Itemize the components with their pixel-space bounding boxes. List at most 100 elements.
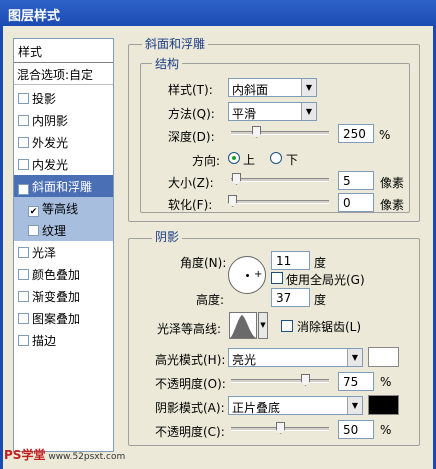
direction-down-label[interactable]: 下 [286,151,298,168]
highlight-opacity-label: 不透明度(O): [155,377,226,391]
style-list-item[interactable]: 纹理 [14,219,113,241]
style-list-item-label: 外发光 [32,136,69,150]
style-list-item[interactable]: ✔ 等高线 [14,197,113,219]
blend-options-item[interactable]: 混合选项:自定 [14,63,113,85]
soften-slider-track[interactable] [231,200,329,204]
shadow-mode-label: 阴影模式(A): [155,401,225,415]
checkbox-icon[interactable] [18,335,29,346]
shadow-color-swatch[interactable] [368,395,399,415]
angle-label: 角度(N): [180,256,227,270]
shading-group-title: 阴影 [152,228,183,245]
checkbox-icon[interactable] [18,269,29,280]
checkbox-icon[interactable] [18,291,29,302]
technique-select-value: 平滑 [232,107,257,121]
style-select-value: 内斜面 [232,83,269,97]
contour-curve-icon [230,315,256,338]
style-list-item[interactable]: 内发光 [14,153,113,175]
style-list-item-label: 渐变叠加 [32,290,81,304]
gloss-contour-dropdown[interactable]: ▼ [258,312,268,339]
altitude-input[interactable]: 37 [271,288,310,307]
angle-unit: 度 [314,256,327,270]
highlight-color-swatch[interactable] [368,347,399,367]
style-list-item[interactable]: 内阴影 [14,109,113,131]
style-list-item[interactable]: 光泽 [14,241,113,263]
style-list-item[interactable]: 描边 [14,329,113,351]
style-list-item-label: 图案叠加 [32,312,81,326]
style-list-item-label: 斜面和浮雕 [32,180,93,194]
style-list-header[interactable]: 样式 [14,39,113,63]
highlight-mode-value: 亮光 [232,353,257,367]
size-input[interactable]: 5 [338,171,374,190]
depth-unit: % [379,128,391,142]
shadow-opacity-unit: % [380,423,392,437]
watermark: PS学堂 www.52psxt.com [4,446,125,463]
checkbox-icon[interactable] [18,137,29,148]
style-list-item[interactable]: 渐变叠加 [14,285,113,307]
highlight-mode-label: 高光模式(H): [155,353,226,367]
style-list-item[interactable]: 图案叠加 [14,307,113,329]
direction-up-label[interactable]: 上 [243,151,255,168]
depth-slider-track[interactable] [231,131,329,135]
crosshair-icon: + [254,269,263,280]
gloss-contour-preview[interactable] [229,312,257,339]
global-light-label[interactable]: 使用全局光(G) [286,271,365,288]
gloss-contour-label: 光泽等高线: [157,322,222,336]
bevel-group-title: 斜面和浮雕 [142,35,209,52]
angle-input[interactable]: 11 [271,251,310,270]
checkbox-icon[interactable] [18,93,29,104]
style-list-item-label: 纹理 [42,224,67,238]
checkbox-icon[interactable] [18,159,29,170]
style-list-item[interactable]: 颜色叠加 [14,263,113,285]
size-slider-track[interactable] [231,178,329,182]
shadow-mode-value: 正片叠底 [232,401,281,415]
depth-input[interactable]: 250 [338,124,374,143]
structure-group-title: 结构 [152,55,183,72]
checkbox-icon[interactable] [18,115,29,126]
altitude-unit: 度 [314,293,327,307]
chevron-down-icon: ▼ [347,397,362,414]
window-title: 图层样式 [0,0,436,26]
checkbox-icon[interactable] [18,247,29,258]
global-light-checkbox[interactable] [271,272,283,284]
highlight-opacity-unit: % [380,375,392,389]
style-list-item-label: 内发光 [32,158,69,172]
style-select[interactable]: 内斜面 ▼ [228,78,317,97]
technique-select[interactable]: 平滑 ▼ [228,102,317,121]
checkbox-icon[interactable] [28,225,39,236]
soften-label: 软化(F): [168,198,213,212]
angle-dial[interactable]: + [228,256,266,294]
style-list-item[interactable]: 外发光 [14,131,113,153]
style-list-item-label: 等高线 [42,202,79,216]
altitude-label: 高度: [196,293,225,307]
checkbox-icon[interactable] [18,313,29,324]
highlight-opacity-input[interactable]: 75 [338,372,374,391]
style-label: 样式(T): [168,83,213,97]
style-list-item-label: 投影 [32,92,57,106]
checkbox-checked-icon[interactable]: ✔ [18,184,29,195]
chevron-down-icon: ▼ [301,103,316,120]
technique-label: 方法(Q): [168,107,215,121]
highlight-opacity-track[interactable] [231,379,329,383]
style-list-item-label: 内阴影 [32,114,69,128]
watermark-brand: PS学堂 [4,448,46,462]
watermark-site: www.52psxt.com [48,452,126,462]
checkbox-checked-icon[interactable]: ✔ [28,206,39,217]
depth-label: 深度(D): [168,130,215,144]
highlight-mode-select[interactable]: 亮光 ▼ [228,348,363,367]
style-list-item[interactable]: 投影 [14,87,113,109]
soften-unit: 像素 [380,198,405,212]
style-list-item-label: 光泽 [32,246,57,260]
style-list-item-label: 颜色叠加 [32,268,81,282]
shadow-opacity-input[interactable]: 50 [338,420,374,439]
chevron-down-icon: ▼ [347,349,362,366]
direction-up-radio[interactable] [228,152,240,164]
size-unit: 像素 [380,176,405,190]
soften-input[interactable]: 0 [338,193,374,212]
style-list-item[interactable]: ✔ 斜面和浮雕 [14,175,113,197]
direction-down-radio[interactable] [270,152,282,164]
antialiased-label[interactable]: 消除锯齿(L) [297,318,361,335]
size-label: 大小(Z): [168,176,214,190]
shadow-mode-select[interactable]: 正片叠底 ▼ [228,396,363,415]
chevron-down-icon: ▼ [301,79,316,96]
antialiased-checkbox[interactable] [281,320,293,332]
